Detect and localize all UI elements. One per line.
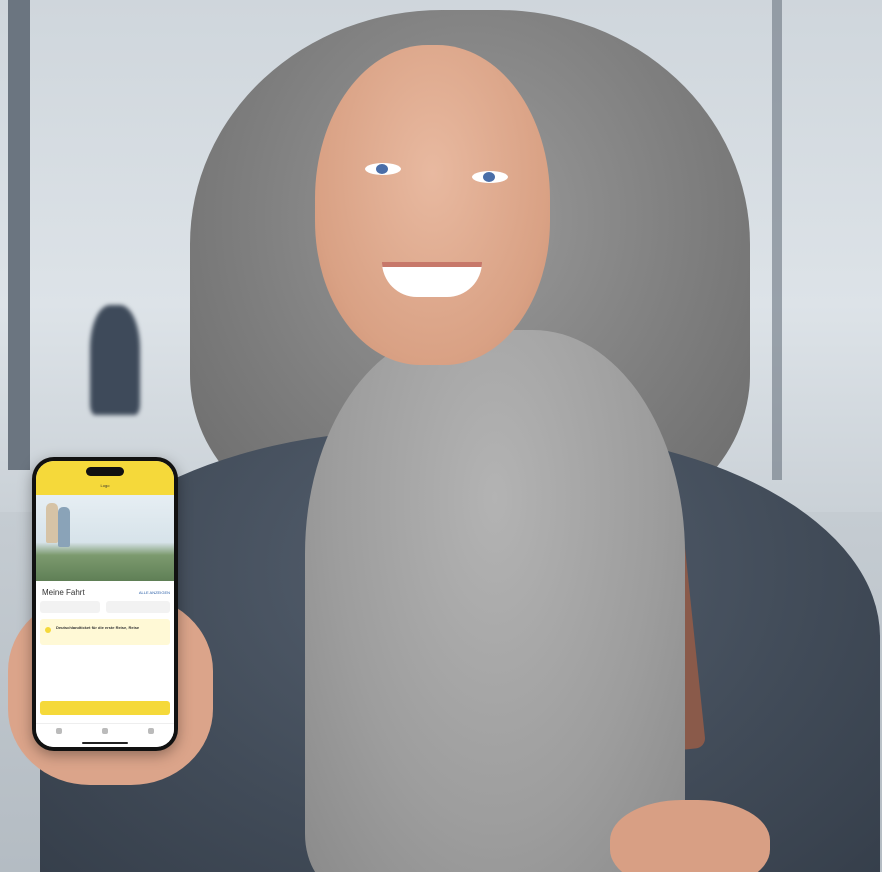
hero-person-1: [46, 503, 58, 543]
photo-scene: Logo Meine Fahrt ALLE ANZEIGEN Deutschla…: [0, 0, 882, 872]
woman-scarf: [305, 330, 685, 872]
ticket-icon: [102, 728, 108, 734]
station-pole-left: [8, 0, 30, 470]
section-link[interactable]: ALLE ANZEIGEN: [139, 590, 170, 595]
home-indicator: [82, 742, 128, 744]
woman-face: [315, 45, 550, 365]
station-pole-right: [772, 0, 782, 480]
menu-icon: [148, 728, 154, 734]
hero-person-2: [58, 507, 70, 547]
tab-tickets[interactable]: [90, 728, 120, 736]
info-title: Deutschlandticket für die erste Reise, R…: [56, 625, 140, 630]
info-card[interactable]: Deutschlandticket für die erste Reise, R…: [40, 619, 170, 645]
phone-notch: [86, 467, 124, 476]
tab-menu[interactable]: [136, 728, 166, 736]
hero-image: [36, 495, 174, 581]
home-icon: [56, 728, 62, 734]
tab-home[interactable]: [44, 728, 74, 736]
section-title: Meine Fahrt: [42, 588, 85, 597]
background-pedestrian: [90, 305, 140, 415]
info-icon: [45, 627, 51, 633]
left-eye: [365, 163, 401, 175]
right-eye: [472, 171, 508, 183]
origin-field[interactable]: [40, 601, 100, 613]
destination-field[interactable]: [106, 601, 170, 613]
smartphone: Logo Meine Fahrt ALLE ANZEIGEN Deutschla…: [32, 457, 178, 751]
right-hand: [610, 800, 770, 872]
primary-cta-button[interactable]: [40, 701, 170, 715]
phone-screen: Logo Meine Fahrt ALLE ANZEIGEN Deutschla…: [36, 461, 174, 747]
app-header-title: Logo: [100, 483, 110, 488]
